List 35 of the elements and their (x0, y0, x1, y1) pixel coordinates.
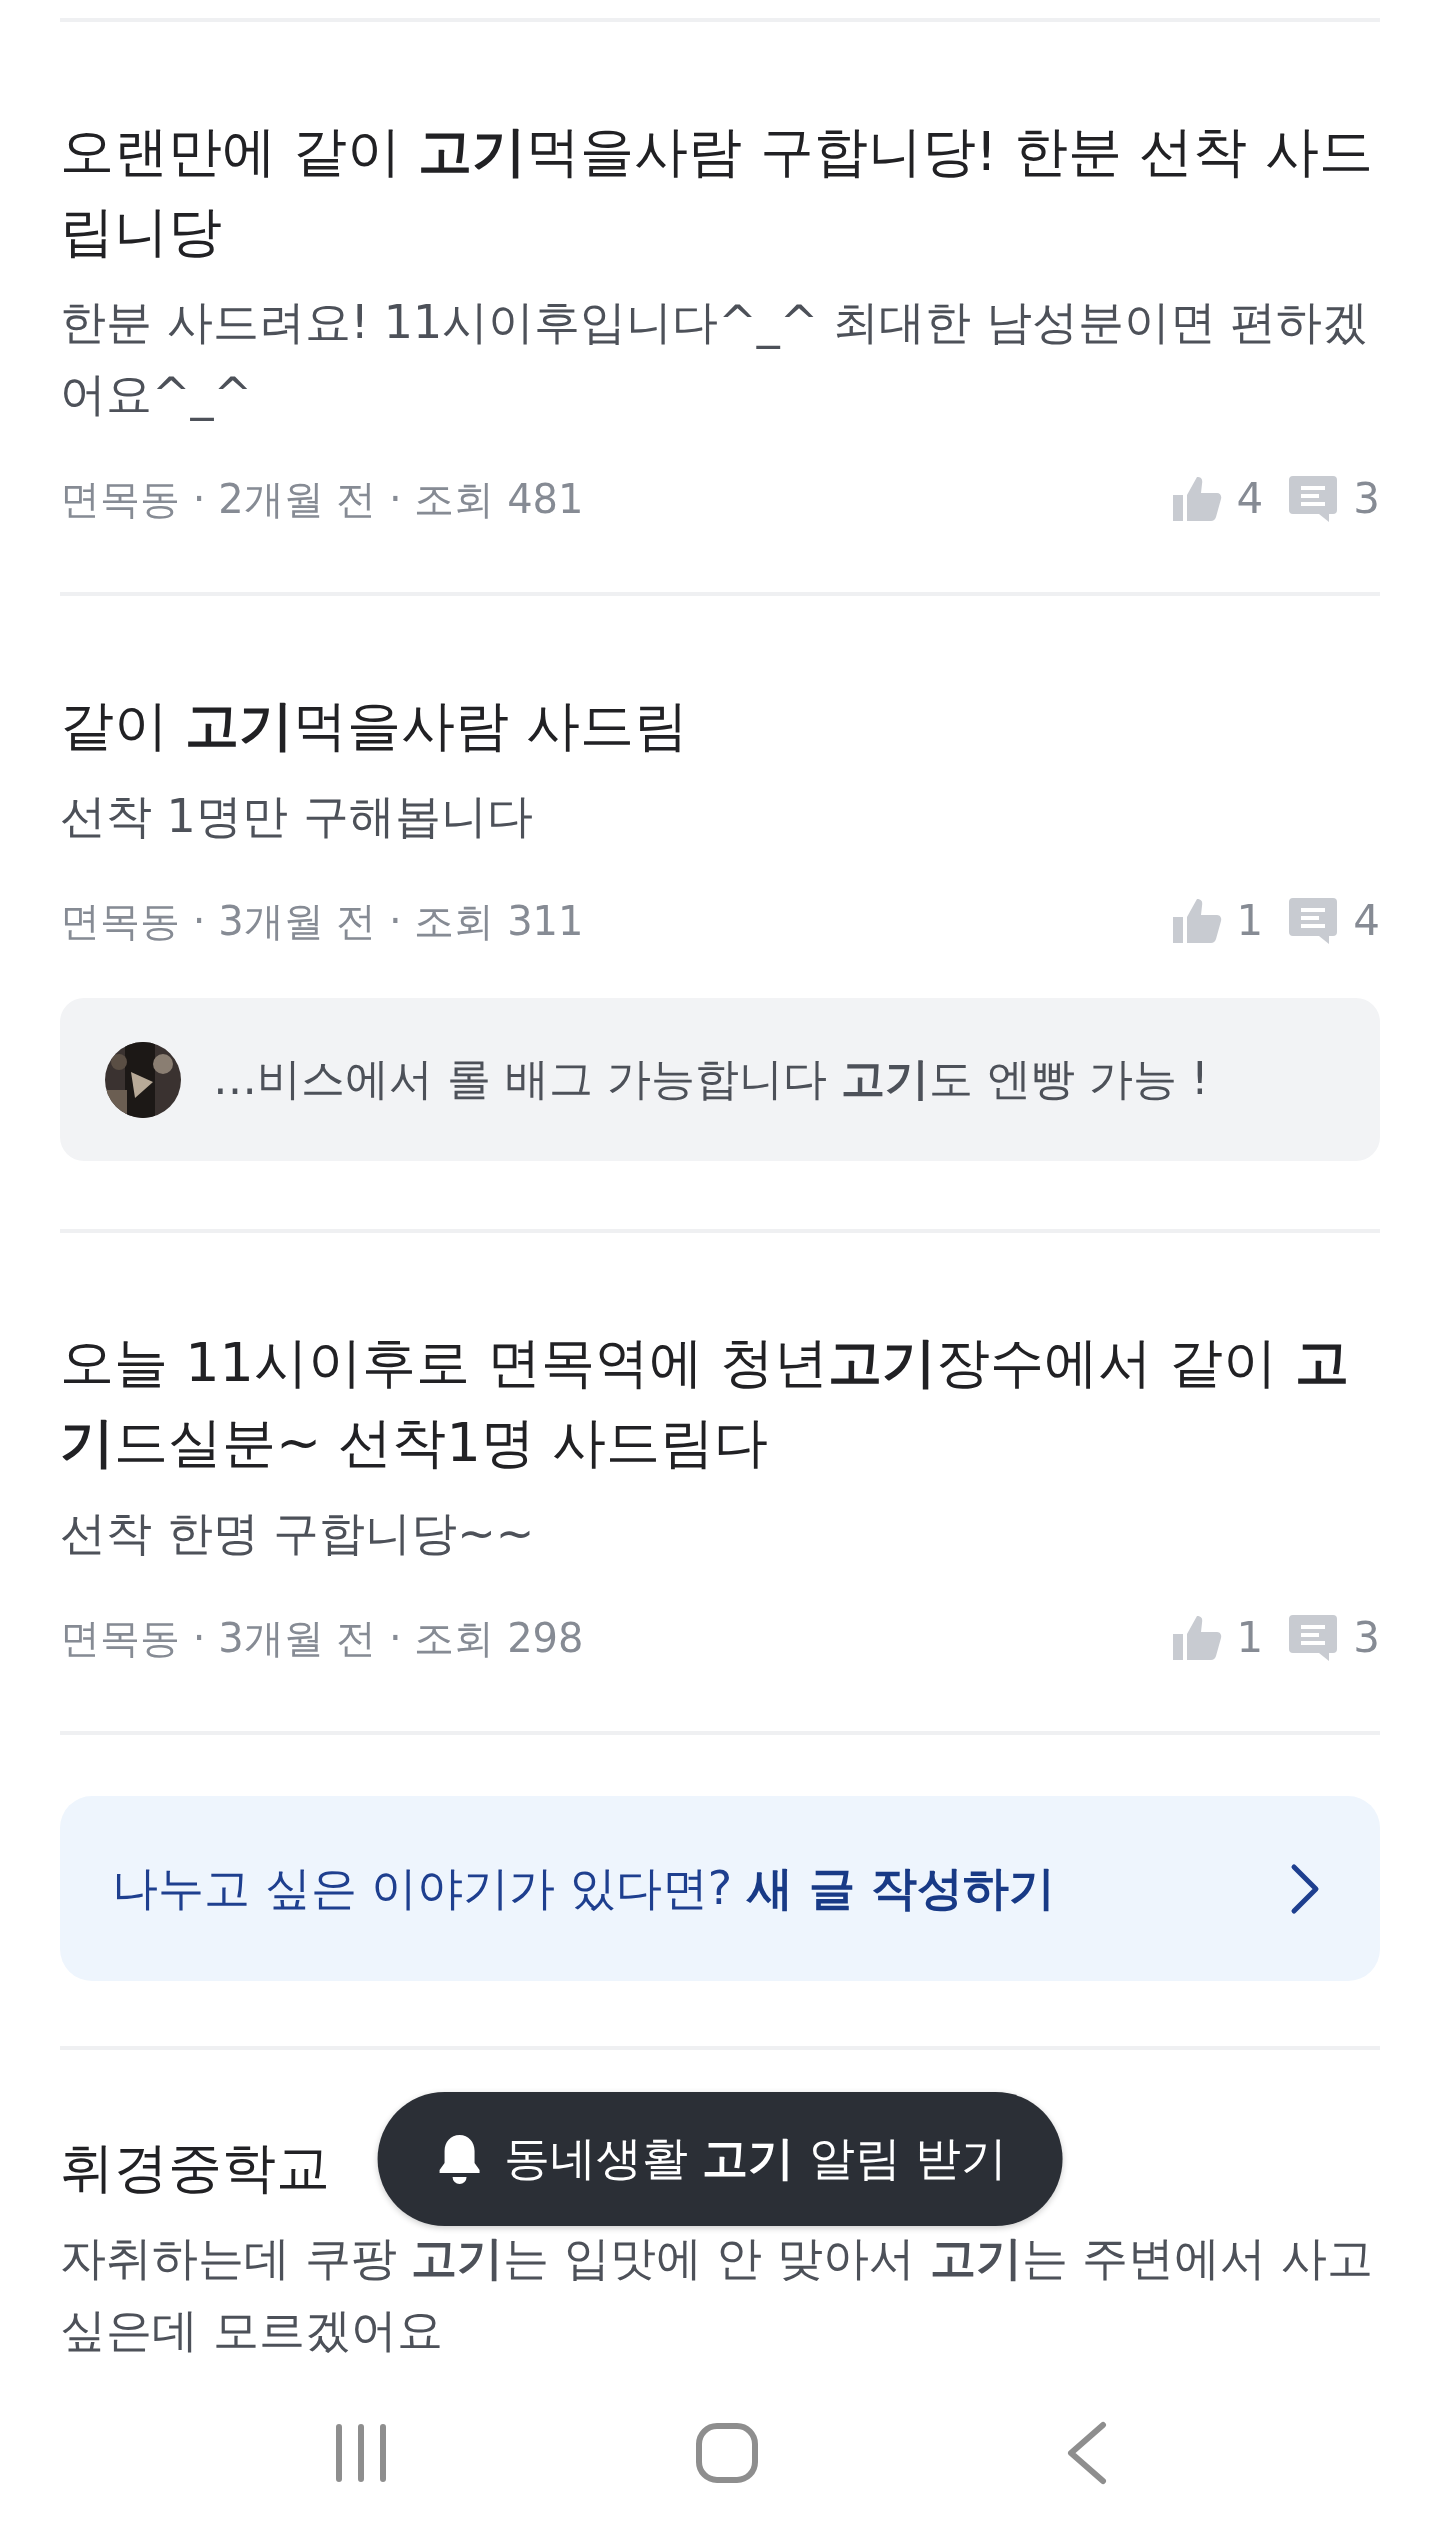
post-meta: 면목동 · 3개월 전 · 조회 311 (60, 897, 584, 946)
write-post-banner[interactable]: 나누고 싶은 이야기가 있다면? 새 글 작성하기 (60, 1796, 1380, 1981)
thumbs-up-icon[interactable] (1170, 475, 1223, 523)
notification-toast-button[interactable]: 동네생활 고기 알림 받기 (377, 2092, 1063, 2226)
comment-text: …비스에서 롤 배그 가능합니다 고기도 엔빵 가능 ! (213, 1052, 1209, 1106)
post-title: 휘경중학교 (60, 2135, 330, 2201)
comment-icon[interactable] (1287, 896, 1340, 946)
post-body: 선착 1명만 구해봅니다 (60, 788, 534, 845)
back-icon[interactable] (1065, 2421, 1107, 2485)
comment-count: 4 (1353, 896, 1380, 946)
like-count: 1 (1236, 896, 1264, 946)
chevron-right-icon (1290, 1862, 1320, 1915)
comment-icon[interactable] (1287, 1613, 1340, 1663)
thumbs-up-icon[interactable] (1170, 1614, 1223, 1662)
recent-apps-icon[interactable] (333, 2423, 389, 2483)
bell-icon (437, 2133, 482, 2185)
comment-icon[interactable] (1287, 474, 1340, 524)
comment-count: 3 (1353, 1613, 1380, 1663)
like-count: 4 (1236, 474, 1264, 524)
thumbs-up-icon[interactable] (1170, 897, 1223, 945)
post-meta: 면목동 · 2개월 전 · 조회 481 (60, 475, 584, 524)
like-count: 1 (1236, 1613, 1264, 1663)
post-body: 한분 사드려요! 11시이후입니다^_^ 최대한 남성분이면 편하겠어요^_^ (60, 294, 1370, 423)
post-title: 같이 고기먹을사람 사드림 (60, 693, 690, 759)
post-body: 자취하는데 쿠팡 고기는 입맛에 안 맞아서 고기는 주변에서 사고 싶은데 모르겠어요 (60, 2230, 1374, 2359)
post-meta: 면목동 · 3개월 전 · 조회 298 (60, 1614, 584, 1663)
post-card[interactable]: 오랜만에 같이 고기먹을사람 구합니당! 한분 선착 사드립니당 한분 사드려요! 11시이후입니다^_^ 최대한 남성분이면 편하겠어요^_^ 면목동 · 2개월 전 · 조회 481 4 3 (60, 22, 1380, 592)
home-icon[interactable] (695, 2422, 759, 2484)
post-card[interactable]: 오늘 11시이후로 면목역에 청년고기장수에서 같이 고기드실분~ 선착1명 사드림다 선착 한명 구합니당~~ 면목동 · 3개월 전 · 조회 298 1 3 (60, 1233, 1380, 1731)
post-title: 오늘 11시이후로 면목역에 청년고기장수에서 같이 고기드실분~ 선착1명 사드림다 (60, 1330, 1350, 1476)
comment-count: 3 (1353, 474, 1380, 524)
comment-preview[interactable]: …비스에서 롤 배그 가능합니다 고기도 엔빵 가능 ! (60, 998, 1380, 1161)
post-body: 선착 한명 구합니당~~ (60, 1505, 536, 1562)
post-title: 오랜만에 같이 고기먹을사람 구합니당! 한분 선착 사드립니당 (60, 119, 1374, 265)
post-card[interactable]: 같이 고기먹을사람 사드림 선착 1명만 구해봅니다 면목동 · 3개월 전 · 조회 311 1 4 …비스에서 롤 배그 가능합니다 고기도 엔빵 가능 ! (60, 596, 1380, 1229)
